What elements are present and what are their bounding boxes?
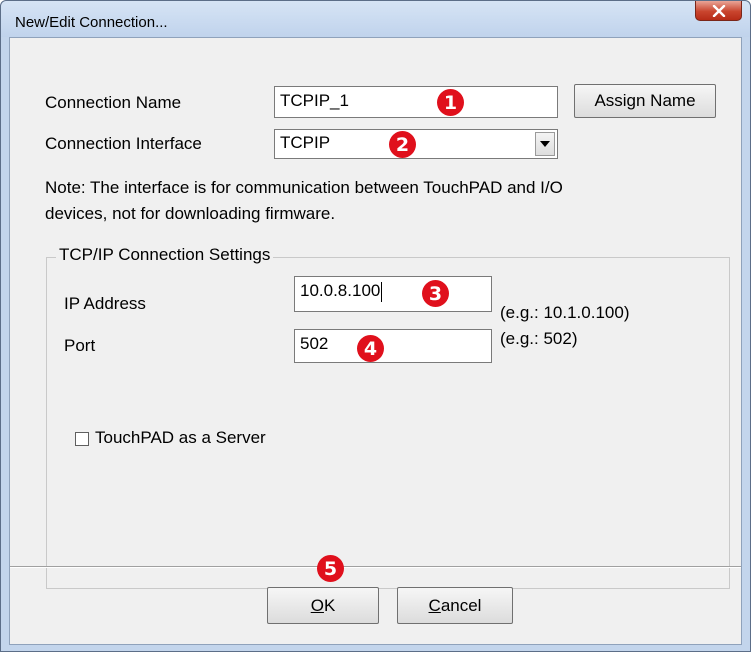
annotation-badge-1: 1 xyxy=(437,89,464,116)
ip-address-label: IP Address xyxy=(64,294,146,313)
annotation-badge-2: 2 xyxy=(389,131,416,158)
annotation-badge-3: 3 xyxy=(422,280,449,307)
cancel-access-key: C xyxy=(428,595,441,615)
title-bar[interactable]: New/Edit Connection... xyxy=(1,1,750,37)
ok-access-key: O xyxy=(310,595,324,615)
close-x-icon xyxy=(712,4,725,17)
close-button[interactable] xyxy=(695,1,742,21)
button-separator xyxy=(10,566,741,568)
connection-name-label: Connection Name xyxy=(45,93,182,112)
chevron-down-icon xyxy=(540,141,550,147)
port-label: Port xyxy=(64,336,96,355)
ip-address-value: 10.0.8.100 xyxy=(300,281,381,300)
port-value: 502 xyxy=(300,334,329,353)
annotation-badge-4: 4 xyxy=(357,335,384,362)
note-line-1: Note: The interface is for communication… xyxy=(45,178,563,197)
dialog-body: Connection Name TCPIP_1 Assign Name Conn… xyxy=(9,37,742,645)
ip-address-hint: (e.g.: 10.1.0.100) xyxy=(500,303,630,322)
ok-button[interactable]: OK xyxy=(267,587,379,624)
port-input[interactable]: 502 xyxy=(294,329,492,363)
connection-name-input[interactable]: TCPIP_1 xyxy=(274,86,558,118)
touchpad-server-label[interactable]: TouchPAD as a Server xyxy=(95,428,266,448)
dropdown-button[interactable] xyxy=(535,132,555,156)
ip-address-input[interactable]: 10.0.8.100 xyxy=(294,276,492,312)
connection-interface-select[interactable]: TCPIP xyxy=(274,129,558,159)
ok-label-rest: K xyxy=(323,595,336,615)
window-title: New/Edit Connection... xyxy=(15,14,168,31)
assign-name-button[interactable]: Assign Name xyxy=(574,84,716,118)
annotation-badge-5: 5 xyxy=(317,555,344,582)
text-caret xyxy=(381,281,383,302)
connection-interface-value: TCPIP xyxy=(280,133,331,152)
connection-interface-label: Connection Interface xyxy=(45,134,202,153)
port-hint: (e.g.: 502) xyxy=(500,329,578,348)
tcpip-group-title: TCP/IP Connection Settings xyxy=(56,245,274,265)
cancel-button[interactable]: Cancel xyxy=(397,587,513,624)
cancel-label-rest: ancel xyxy=(440,595,482,615)
connection-name-value: TCPIP_1 xyxy=(280,91,349,110)
touchpad-server-checkbox[interactable] xyxy=(75,432,89,446)
dialog-window: New/Edit Connection... Connection Name T… xyxy=(0,0,751,652)
note-line-2: devices, not for downloading firmware. xyxy=(45,204,336,223)
